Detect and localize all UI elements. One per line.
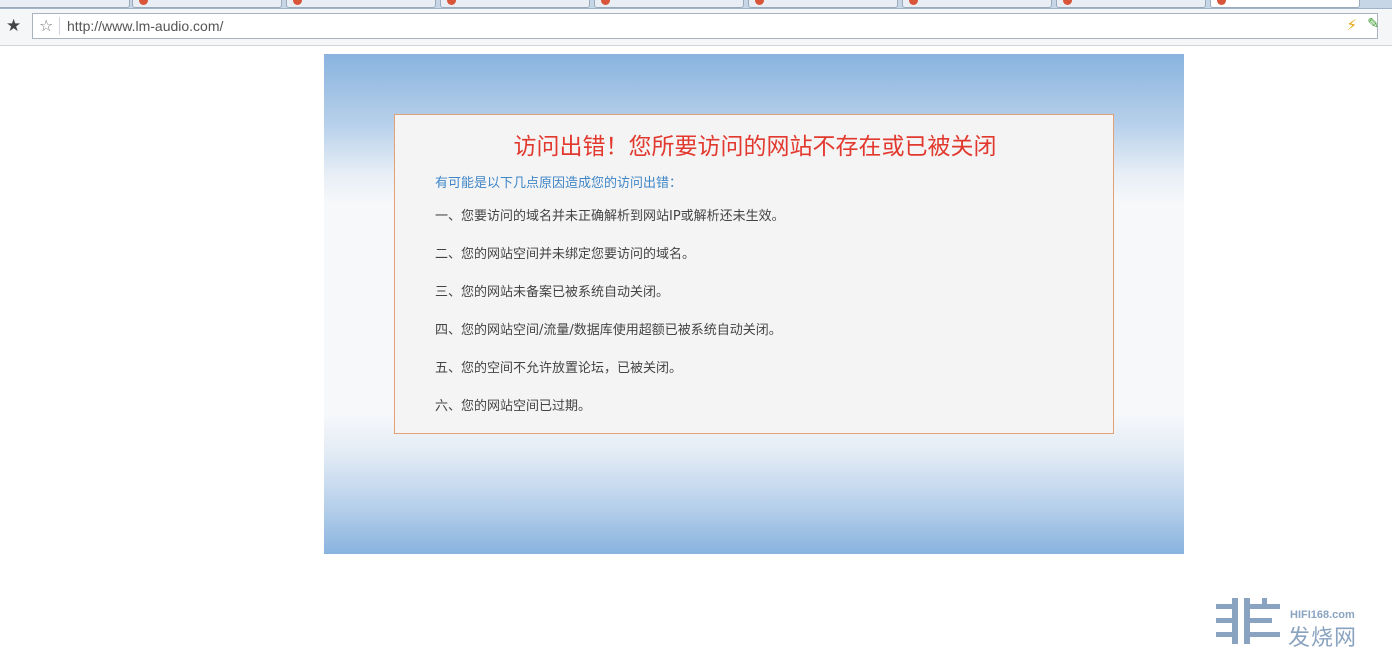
tab-favicon-icon: [447, 0, 456, 5]
error-subtitle: 有可能是以下几点原因造成您的访问出错：: [435, 176, 683, 191]
extension-pin-icon[interactable]: ✎: [1367, 16, 1379, 32]
tab-favicon-icon: [1217, 0, 1226, 5]
address-bar[interactable]: ☆ http://www.lm-audio.com/ ⚡ ✎: [32, 13, 1379, 39]
browser-tab[interactable]: [748, 0, 898, 8]
tab-favicon-icon: [293, 0, 302, 5]
tab-favicon-icon: [909, 0, 918, 5]
reason-item: 二、您的网站空间并未绑定您要访问的域名。: [435, 247, 696, 262]
bookmarks-star-icon[interactable]: ★: [6, 16, 21, 36]
tab-favicon-icon: [601, 0, 610, 5]
browser-toolbar: ★ ☆ http://www.lm-audio.com/ ⚡ ✎: [0, 9, 1392, 46]
tab-strip: [0, 0, 1392, 9]
error-page-panel: 访问出错！您所要访问的网站不存在或已被关闭 有可能是以下几点原因造成您的访问出错…: [324, 54, 1184, 554]
url-text[interactable]: http://www.lm-audio.com/: [67, 18, 223, 34]
browser-tab[interactable]: [1056, 0, 1206, 8]
reason-item: 六、您的网站空间已过期。: [435, 399, 592, 414]
address-bar-divider: [59, 17, 60, 35]
tab-favicon-icon: [755, 0, 764, 5]
browser-tab[interactable]: [594, 0, 744, 8]
browser-tab[interactable]: [0, 0, 130, 8]
error-message-box: 访问出错！您所要访问的网站不存在或已被关闭 有可能是以下几点原因造成您的访问出错…: [394, 114, 1114, 434]
watermark-logo-icon: [1216, 598, 1280, 644]
tab-favicon-icon: [1063, 0, 1072, 5]
browser-tab[interactable]: [132, 0, 282, 8]
error-title: 访问出错！您所要访问的网站不存在或已被关闭: [513, 134, 997, 160]
reason-item: 五、您的空间不允许放置论坛，已被关闭。: [435, 361, 683, 376]
reason-list: 一、您要访问的域名并未正确解析到网站IP或解析还未生效。 二、您的网站空间并未绑…: [435, 208, 785, 436]
bookmark-page-star-icon[interactable]: ☆: [39, 16, 53, 35]
speed-mode-bolt-icon[interactable]: ⚡: [1346, 16, 1357, 34]
browser-tab[interactable]: [902, 0, 1052, 8]
reason-item: 三、您的网站未备案已被系统自动关闭。: [435, 285, 670, 300]
browser-tab[interactable]: [440, 0, 590, 8]
browser-tab[interactable]: [286, 0, 436, 8]
tab-favicon-icon: [139, 0, 148, 5]
watermark-name: 发烧网: [1288, 626, 1358, 651]
browser-tab-active[interactable]: [1210, 0, 1360, 8]
reason-item: 四、您的网站空间/流量/数据库使用超额已被系统自动关闭。: [435, 323, 782, 338]
reason-item: 一、您要访问的域名并未正确解析到网站IP或解析还未生效。: [435, 209, 785, 224]
